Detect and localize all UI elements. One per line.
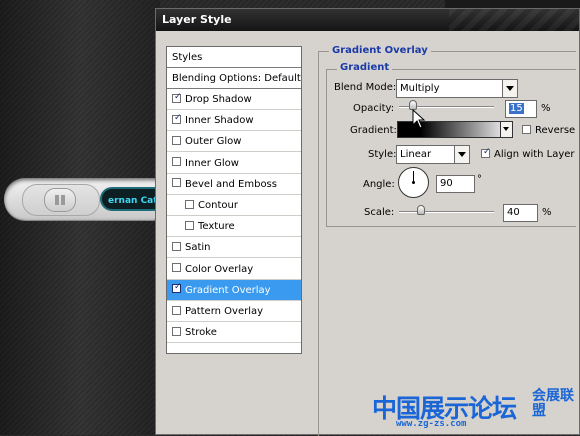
align-with-layer-label: Align with Layer <box>494 149 575 160</box>
style-item-stroke[interactable]: Stroke <box>167 322 301 344</box>
pause-button[interactable] <box>44 188 76 212</box>
style-checkbox[interactable] <box>172 326 181 336</box>
blend-mode-label: Blend Mode: <box>334 82 397 93</box>
opacity-input[interactable]: 15 <box>505 100 537 118</box>
style-item-label: Inner Shadow <box>185 115 254 127</box>
style-item-inner-shadow[interactable]: ✓ Inner Shadow <box>167 110 301 132</box>
style-item-label: Gradient Overlay <box>185 284 271 296</box>
style-checkbox[interactable] <box>172 157 181 167</box>
style-item-label: Pattern Overlay <box>185 306 264 317</box>
style-checkbox[interactable]: ✓ <box>172 91 182 103</box>
align-with-layer-toggle[interactable]: ✓ Align with Layer <box>481 146 575 160</box>
check-icon: ✓ <box>174 282 182 293</box>
watermark-sub: 会展联盟 <box>532 388 574 419</box>
style-item-label: Inner Glow <box>185 157 239 169</box>
reverse-label: Reverse <box>535 125 576 136</box>
align-with-layer-checkbox[interactable]: ✓ <box>481 146 491 158</box>
style-item-label: Outer Glow <box>185 136 242 148</box>
blend-mode-value: Multiply <box>400 83 440 94</box>
media-player: ernan Catt <box>4 178 174 220</box>
dialog-title: Layer Style <box>162 13 232 26</box>
check-icon: ✓ <box>174 112 182 123</box>
layer-style-dialog: Layer Style Styles Blending Options: Def… <box>155 8 580 436</box>
check-icon: ✓ <box>174 91 182 102</box>
mouse-cursor-icon <box>412 109 426 129</box>
style-checkbox[interactable] <box>172 178 181 188</box>
gradient-subheading: Gradient <box>337 62 393 73</box>
style-checkbox[interactable] <box>172 305 181 315</box>
gradient-overlay-heading: Gradient Overlay <box>329 45 431 56</box>
reverse-checkbox[interactable] <box>522 124 531 134</box>
style-item-bevel-and-emboss[interactable]: Bevel and Emboss <box>167 174 301 195</box>
opacity-value: 15 <box>509 103 524 114</box>
style-item-contour[interactable]: Contour <box>167 195 301 216</box>
chevron-down-icon[interactable] <box>502 80 517 97</box>
style-checkbox[interactable]: ✓ <box>172 282 182 294</box>
angle-value: 90 <box>440 178 453 189</box>
style-item-label: Bevel and Emboss <box>185 178 277 190</box>
opacity-label: Opacity: <box>353 103 395 114</box>
angle-dial[interactable] <box>398 167 429 198</box>
style-item-drop-shadow[interactable]: ✓ Drop Shadow <box>167 89 301 110</box>
style-checkbox[interactable] <box>185 199 194 209</box>
opacity-unit: % <box>541 103 551 114</box>
style-item-satin[interactable]: Satin <box>167 237 301 259</box>
style-checkbox[interactable] <box>172 241 181 251</box>
angle-dial-center <box>412 181 415 184</box>
chevron-down-icon[interactable] <box>500 122 512 137</box>
style-item-label: Texture <box>198 221 235 233</box>
player-control-ring <box>22 184 100 216</box>
style-value: Linear <box>400 149 432 160</box>
style-item-label: Color Overlay <box>185 263 254 275</box>
styles-header[interactable]: Styles <box>167 47 301 68</box>
style-checkbox[interactable] <box>172 263 181 273</box>
style-item-label: Stroke <box>185 327 217 339</box>
styles-list: Styles Blending Options: Default ✓ Drop S… <box>166 46 302 354</box>
background-top-strip <box>445 0 580 8</box>
style-label: Style: <box>368 149 397 160</box>
style-checkbox[interactable] <box>185 220 194 230</box>
title-bar-decoration <box>449 9 579 31</box>
scale-slider-track <box>399 211 494 213</box>
blend-mode-select[interactable]: Multiply <box>396 79 518 98</box>
check-icon: ✓ <box>483 146 491 157</box>
style-checkbox[interactable]: ✓ <box>172 112 182 124</box>
style-item-label: Drop Shadow <box>185 94 252 105</box>
style-item-inner-glow[interactable]: Inner Glow <box>167 153 301 174</box>
style-checkbox[interactable] <box>172 135 181 145</box>
style-select[interactable]: Linear <box>396 145 470 164</box>
scale-unit: % <box>542 207 552 218</box>
angle-label: Angle: <box>363 179 395 190</box>
style-item-outer-glow[interactable]: Outer Glow <box>167 131 301 153</box>
angle-input[interactable]: 90 <box>436 175 475 193</box>
dialog-title-bar[interactable]: Layer Style <box>156 9 579 31</box>
scale-slider[interactable] <box>399 205 494 216</box>
style-item-label: Contour <box>198 200 238 211</box>
style-item-gradient-overlay[interactable]: ✓ Gradient Overlay <box>167 279 301 301</box>
style-item-pattern-overlay[interactable]: Pattern Overlay <box>167 301 301 322</box>
gradient-label: Gradient: <box>350 125 397 136</box>
scale-input[interactable]: 40 <box>503 204 538 222</box>
style-item-color-overlay[interactable]: Color Overlay <box>167 259 301 280</box>
blending-options-item[interactable]: Blending Options: Default <box>167 68 301 89</box>
style-item-label: Satin <box>185 242 211 254</box>
scale-value: 40 <box>507 207 520 218</box>
scale-slider-thumb[interactable] <box>417 205 425 215</box>
chevron-down-icon[interactable] <box>454 146 469 163</box>
angle-unit: ° <box>477 174 482 185</box>
watermark-url: www.zg-zs.com <box>396 419 467 429</box>
style-item-texture[interactable]: Texture <box>167 216 301 238</box>
reverse-toggle[interactable]: Reverse <box>522 124 576 136</box>
scale-label: Scale: <box>364 207 395 218</box>
